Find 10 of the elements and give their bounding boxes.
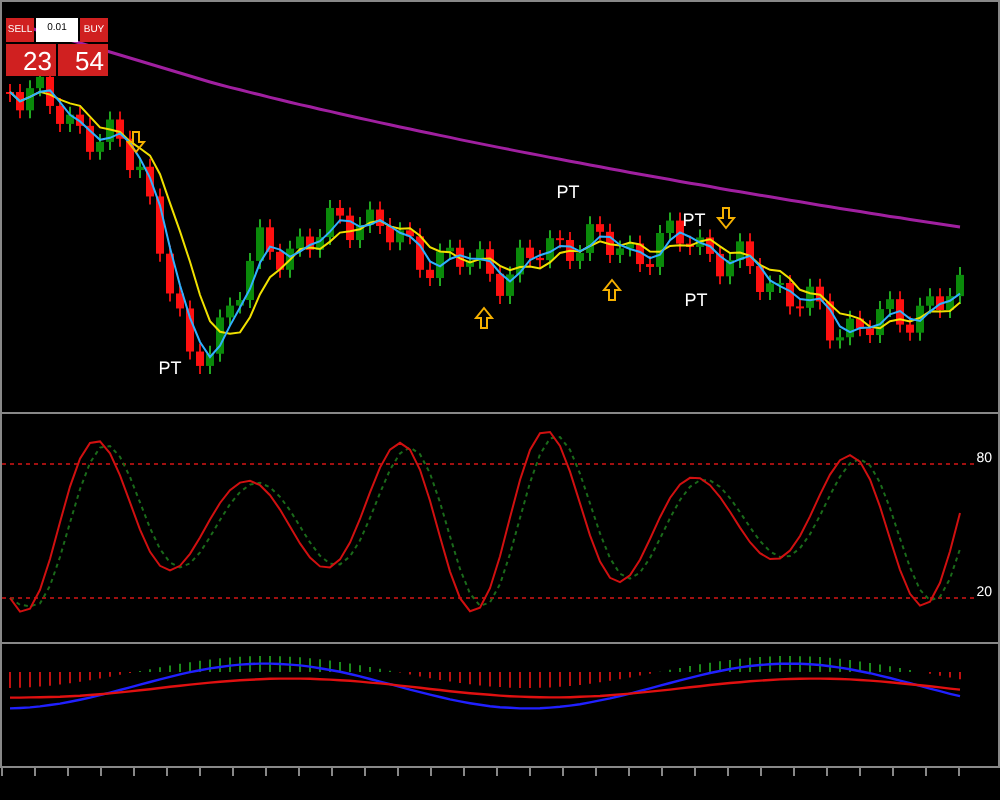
pt-label: PT: [684, 290, 708, 310]
buy-price-button[interactable]: 54: [58, 44, 108, 76]
pt-label: PT: [682, 210, 706, 230]
pt-label: PT: [556, 182, 580, 202]
down-arrow-icon: [125, 131, 147, 154]
down-arrow-icon: [715, 207, 737, 230]
up-arrow-icon: [473, 306, 495, 329]
up-arrow-icon: [601, 278, 623, 301]
sell-price-button[interactable]: 23: [6, 44, 56, 76]
pt-label: PT: [158, 358, 182, 378]
